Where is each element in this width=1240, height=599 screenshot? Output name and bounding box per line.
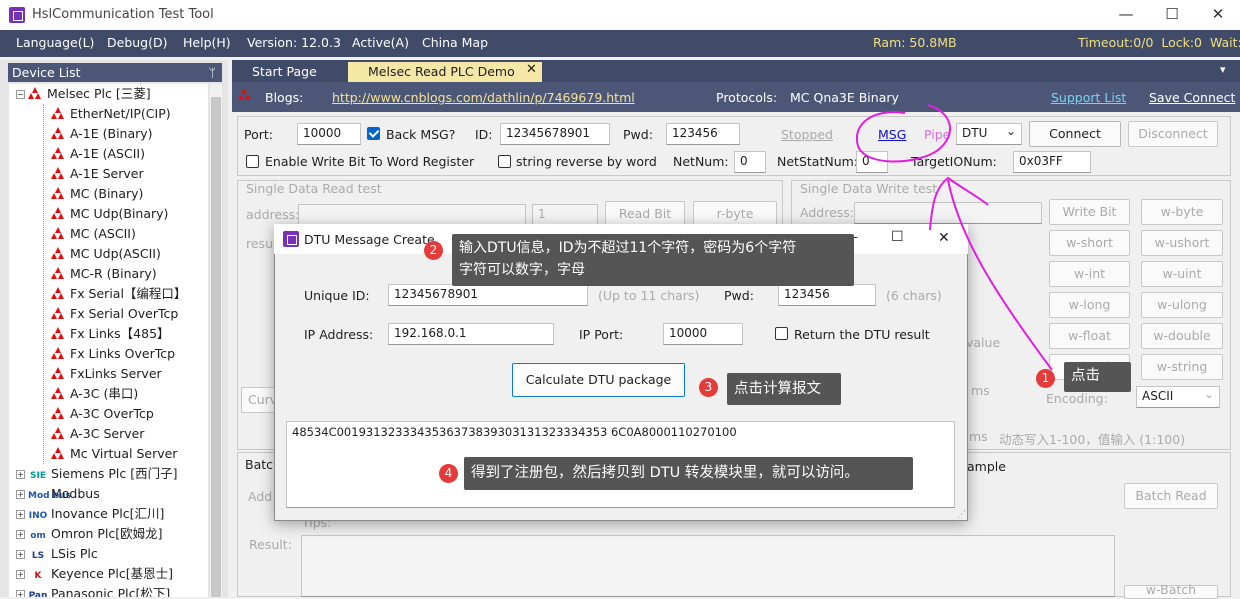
callout-2: 输入DTU信息，ID为不超过11个字符，密码为6个字符 字符可以数字，字母 [452,234,854,286]
annotation-arrow-line [947,179,1053,371]
callout-2-line2: 字符可以数字，字母 [459,262,585,278]
callout-4-badge: 4 [439,464,458,483]
callout-4: 得到了注册包，然后拷贝到 DTU 转发模块里，就可以访问。 [464,457,913,490]
callout-3-badge: 3 [699,378,718,397]
callout-2-line1: 输入DTU信息，ID为不超过11个字符，密码为6个字符 [459,240,797,256]
callout-3: 点击计算报文 [727,373,841,405]
annotation-msg-circle [855,104,951,163]
annotation-overlay [855,104,1053,371]
annotation-arrow-head [929,176,989,231]
callout-1: 点击 [1064,362,1131,392]
callout-1-badge: 1 [1036,369,1055,388]
callout-2-badge: 2 [424,241,443,260]
